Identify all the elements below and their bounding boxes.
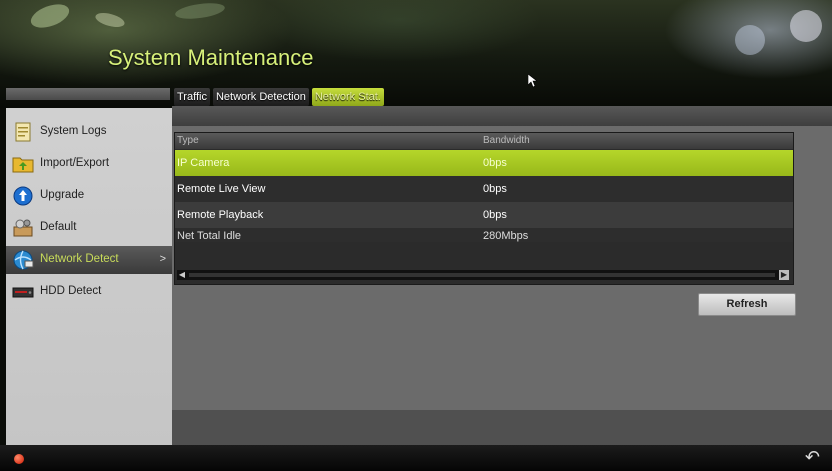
- cell-bandwidth: 0bps: [483, 157, 507, 169]
- log-icon: [15, 122, 31, 142]
- sidebar-item-import-export[interactable]: Import/Export: [6, 150, 172, 178]
- sidebar-item-network-detect[interactable]: Network Detect >: [6, 246, 172, 274]
- sidebar-item-system-logs[interactable]: System Logs: [6, 118, 172, 146]
- hdd-icon: [12, 287, 34, 298]
- sidebar-item-hdd-detect[interactable]: HDD Detect: [6, 278, 172, 306]
- sidebar-item-label: System Logs: [40, 125, 107, 137]
- sidebar-header-bar: [6, 88, 170, 100]
- decorative-bokeh: [790, 10, 822, 42]
- table-row[interactable]: Remote Live View 0bps: [175, 176, 793, 202]
- network-icon: [13, 250, 34, 270]
- back-arrow-icon[interactable]: ↶: [805, 447, 820, 468]
- horizontal-scrollbar[interactable]: ◀ ▶: [177, 270, 789, 280]
- upgrade-icon: [13, 186, 33, 206]
- decorative-bokeh: [735, 25, 765, 55]
- sidebar-item-label: Upgrade: [40, 189, 85, 201]
- table-row[interactable]: Remote Playback 0bps: [175, 202, 793, 228]
- record-status-icon: [14, 454, 24, 464]
- default-icon: [13, 219, 33, 237]
- tab-network-detection[interactable]: Network Detection: [212, 88, 309, 106]
- decorative-leaf: [93, 10, 127, 30]
- chevron-right-icon: >: [159, 253, 166, 265]
- refresh-button[interactable]: Refresh: [698, 293, 796, 316]
- folder-icon: [12, 157, 34, 173]
- footer-bar: ↶: [0, 445, 832, 471]
- cell-type: IP Camera: [177, 157, 230, 169]
- decorative-leaf: [174, 0, 226, 22]
- cell-bandwidth: 0bps: [483, 183, 507, 195]
- table-header: Type Bandwidth: [175, 133, 793, 149]
- scroll-left-icon[interactable]: ◀: [177, 270, 187, 280]
- column-header-type[interactable]: Type: [177, 135, 199, 146]
- main-bottom-bar: [172, 410, 832, 445]
- cell-type: Net Total Idle: [177, 230, 242, 242]
- sidebar-item-label: Default: [40, 221, 77, 233]
- mouse-cursor-icon: [528, 74, 538, 88]
- tab-network-stat[interactable]: Network Stat.: [311, 88, 384, 106]
- sidebar-item-default[interactable]: Default: [6, 214, 172, 242]
- sidebar-item-label: Import/Export: [40, 157, 110, 169]
- sidebar-item-label: HDD Detect: [40, 285, 102, 297]
- sidebar-item-label: Network Detect: [40, 253, 119, 265]
- table-row[interactable]: IP Camera 0bps: [175, 150, 793, 176]
- table-row[interactable]: Net Total Idle 280Mbps: [175, 228, 793, 242]
- tab-strip: Traffic Network Detection Network Stat.: [174, 88, 384, 106]
- decorative-leaf: [27, 0, 73, 33]
- sidebar-item-upgrade[interactable]: Upgrade: [6, 182, 172, 210]
- page-title: System Maintenance: [108, 45, 314, 70]
- cell-type: Remote Playback: [177, 209, 264, 221]
- sidebar: System Logs Import/Export Upgrade Defaul…: [6, 108, 172, 445]
- tab-traffic[interactable]: Traffic: [174, 88, 210, 106]
- scrollbar-track[interactable]: [189, 273, 775, 277]
- cell-type: Remote Live View: [177, 183, 266, 195]
- scroll-right-icon[interactable]: ▶: [779, 270, 789, 280]
- network-stat-table: Type Bandwidth IP Camera 0bps Remote Liv…: [174, 132, 794, 285]
- cell-bandwidth: 0bps: [483, 209, 507, 221]
- tab-underline-bar: [172, 106, 832, 126]
- column-header-bandwidth[interactable]: Bandwidth: [483, 135, 530, 146]
- cell-bandwidth: 280Mbps: [483, 230, 529, 242]
